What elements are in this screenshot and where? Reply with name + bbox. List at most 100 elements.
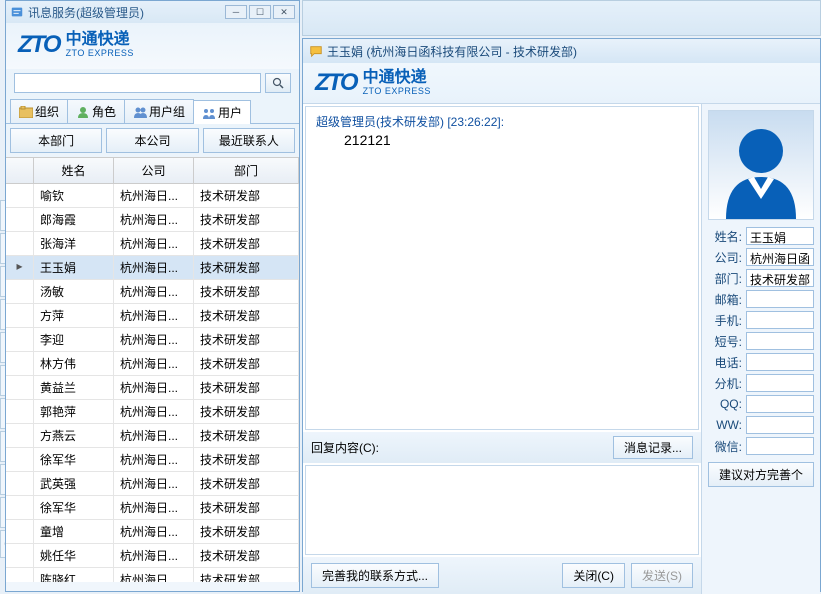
chat-main: 超级管理员(技术研发部) [23:26:22]: 212121 回复内容(C):… [303,104,702,594]
subtab-本公司[interactable]: 本公司 [106,128,198,153]
grid-body[interactable]: 喻钦杭州海日...技术研发部郎海霞杭州海日...技术研发部张海洋杭州海日...技… [6,184,299,582]
info-label: WW: [708,418,742,432]
info-label: 短号: [708,333,742,350]
info-label: 电话: [708,354,742,371]
history-button[interactable]: 消息记录... [613,436,693,459]
table-row[interactable]: 林方伟杭州海日...技术研发部 [6,352,299,376]
table-row[interactable]: 方萍杭州海日...技术研发部 [6,304,299,328]
send-button[interactable]: 发送(S) [631,563,693,588]
table-row[interactable]: 徐军华杭州海日...技术研发部 [6,448,299,472]
info-label: 分机: [708,375,742,392]
info-value-qq[interactable] [746,395,814,413]
info-value-tel[interactable] [746,353,814,371]
logo-en: ZTO EXPRESS [66,48,134,58]
info-value-dept[interactable]: 技术研发部 [746,269,814,287]
tab-icon [202,107,216,119]
search-button[interactable] [265,73,291,93]
info-value-name[interactable]: 王玉娟 [746,227,814,245]
info-value-ww[interactable] [746,416,814,434]
info-label: 部门: [708,270,742,287]
grid-header: 姓名 公司 部门 [6,158,299,184]
chat-logo-en: ZTO EXPRESS [363,86,431,96]
table-row[interactable]: 童增杭州海日...技术研发部 [6,520,299,544]
info-row-short: 短号: [708,332,814,350]
message-sender: 超级管理员(技术研发部) [23:26:22]: [316,115,504,129]
info-label: 邮箱: [708,291,742,308]
info-label: 公司: [708,249,742,266]
avatar [708,110,814,220]
minimize-button[interactable]: ─ [225,5,247,19]
info-value-company[interactable]: 杭州海日函 [746,248,814,266]
sub-tabs: 本部门本公司最近联系人 [6,124,299,157]
chat-window: 王玉娟 (杭州海日函科技有限公司 - 技术研发部) ZTO 中通快递 ZTO E… [302,38,821,592]
table-row[interactable]: 汤敏杭州海日...技术研发部 [6,280,299,304]
info-row-email: 邮箱: [708,290,814,308]
info-value-email[interactable] [746,290,814,308]
reply-toolbar: 回复内容(C): 消息记录... [303,432,701,463]
tab-组织[interactable]: 组织 [10,99,68,123]
table-row[interactable]: 姚任华杭州海日...技术研发部 [6,544,299,568]
info-label: 姓名: [708,228,742,245]
table-row[interactable]: 黄益兰杭州海日...技术研发部 [6,376,299,400]
info-label: QQ: [708,397,742,411]
tab-角色[interactable]: 角色 [67,99,125,123]
table-row[interactable]: 喻钦杭州海日...技术研发部 [6,184,299,208]
info-value-short[interactable] [746,332,814,350]
info-value-mobile[interactable] [746,311,814,329]
table-row[interactable]: 李迎杭州海日...技术研发部 [6,328,299,352]
chat-titlebar[interactable]: 王玉娟 (杭州海日函科技有限公司 - 技术研发部) [303,39,820,63]
info-row-mobile: 手机: [708,311,814,329]
reply-input[interactable] [305,465,699,555]
col-company[interactable]: 公司 [114,158,194,183]
subtab-本部门[interactable]: 本部门 [10,128,102,153]
contacts-window: 讯息服务(超级管理员) ─ ☐ ✕ ZTO 中通快递 ZTO EXPRESS 组… [5,0,300,592]
info-row-company: 公司:杭州海日函 [708,248,814,266]
improve-contact-button[interactable]: 完善我的联系方式... [311,563,439,588]
col-name[interactable]: 姓名 [34,158,114,183]
search-icon [272,77,284,89]
chat-icon [309,44,323,58]
info-row-dept: 部门:技术研发部 [708,269,814,287]
table-row[interactable]: ▸王玉娟杭州海日...技术研发部 [6,256,299,280]
search-input[interactable] [14,73,261,93]
info-value-ext[interactable] [746,374,814,392]
info-label: 微信: [708,438,742,455]
logo-area: ZTO 中通快递 ZTO EXPRESS [6,23,299,69]
info-row-qq: QQ: [708,395,814,413]
tab-icon [76,106,90,118]
chat-logo-zto: ZTO [315,69,357,97]
table-row[interactable]: 徐军华杭州海日...技术研发部 [6,496,299,520]
info-row-ww: WW: [708,416,814,434]
info-value-wechat[interactable] [746,437,814,455]
close-chat-button[interactable]: 关闭(C) [562,563,625,588]
app-icon [10,5,24,19]
table-row[interactable]: 张海洋杭州海日...技术研发部 [6,232,299,256]
logo-zto: ZTO [18,31,60,59]
chat-logo-cn: 中通快递 [363,70,431,86]
info-row-ext: 分机: [708,374,814,392]
col-marker[interactable] [6,158,34,183]
suggest-complete-button[interactable]: 建议对方完善个 [708,462,814,487]
chat-title: 王玉娟 (杭州海日函科技有限公司 - 技术研发部) [327,43,577,60]
table-row[interactable]: 武英强杭州海日...技术研发部 [6,472,299,496]
info-row-wechat: 微信: [708,437,814,455]
background-window-remnant [302,0,821,36]
subtab-最近联系人[interactable]: 最近联系人 [203,128,295,153]
tab-用户[interactable]: 用户 [193,100,251,124]
logo-cn: 中通快递 [66,32,134,48]
col-dept[interactable]: 部门 [194,158,299,183]
tab-icon [133,106,147,118]
chat-history[interactable]: 超级管理员(技术研发部) [23:26:22]: 212121 [305,106,699,430]
table-row[interactable]: 郭艳萍杭州海日...技术研发部 [6,400,299,424]
main-tabs: 组织角色用户组用户 [6,97,299,124]
table-row[interactable]: 郎海霞杭州海日...技术研发部 [6,208,299,232]
tab-用户组[interactable]: 用户组 [124,99,194,123]
chat-logo-area: ZTO 中通快递 ZTO EXPRESS [303,63,820,104]
bottom-bar: 完善我的联系方式... 关闭(C) 发送(S) [303,557,701,594]
maximize-button[interactable]: ☐ [249,5,271,19]
table-row[interactable]: 方燕云杭州海日...技术研发部 [6,424,299,448]
table-row[interactable]: 陈晓红杭州海日...技术研发部 [6,568,299,582]
reply-label: 回复内容(C): [311,439,613,456]
close-button[interactable]: ✕ [273,5,295,19]
contacts-titlebar[interactable]: 讯息服务(超级管理员) ─ ☐ ✕ [6,1,299,23]
